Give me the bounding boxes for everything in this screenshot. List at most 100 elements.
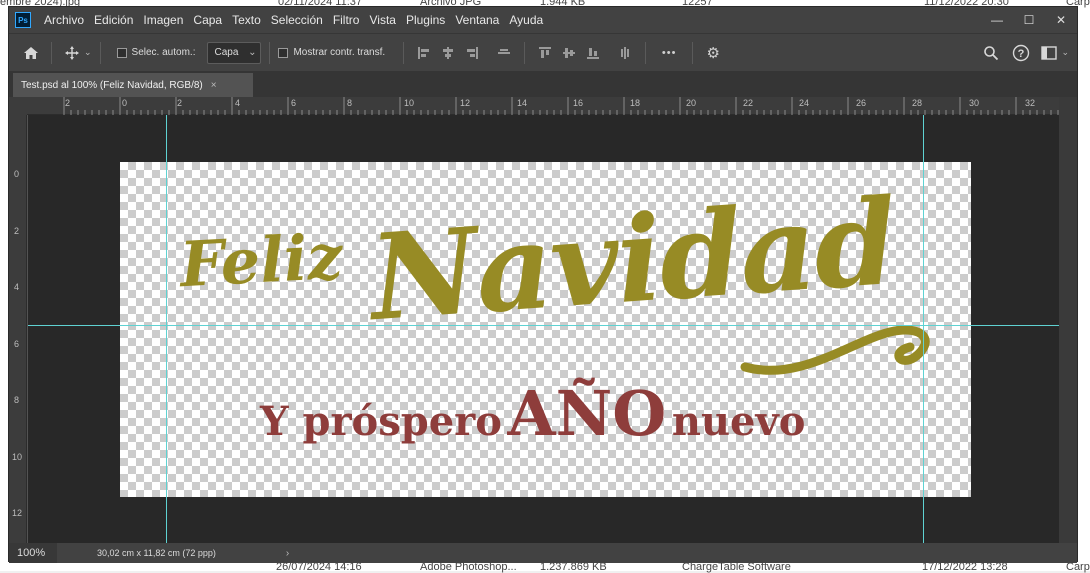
auto-select-checkbox[interactable]	[116, 47, 127, 58]
menu-texto[interactable]: Texto	[227, 7, 266, 33]
horizontal-ruler-ticks	[63, 97, 1059, 115]
show-transform-label: Mostrar contr. transf.	[293, 47, 386, 58]
align-right-icon[interactable]	[462, 43, 482, 63]
close-button[interactable]: ✕	[1045, 7, 1077, 33]
menu-seleccion[interactable]: Selección	[266, 7, 328, 33]
help-icon[interactable]: ?	[1011, 43, 1031, 63]
window-controls: — ☐ ✕	[981, 7, 1077, 33]
options-bar: ⌄ Selec. autom.: Capa ⌄ Mostrar contr. t…	[9, 33, 1077, 71]
separator	[269, 41, 271, 64]
chevron-down-icon[interactable]: ⌄	[84, 47, 92, 58]
align-middle-v-icon[interactable]	[559, 43, 579, 63]
vertical-ruler[interactable]: 0 2 4 6 8 10 12	[9, 115, 27, 543]
vertical-scrollbar[interactable]	[1059, 97, 1077, 543]
maximize-button[interactable]: ☐	[1013, 7, 1045, 33]
separator	[524, 41, 526, 64]
align-left-icon[interactable]	[414, 43, 434, 63]
ruler-h-label: 12	[460, 98, 471, 108]
separator	[692, 41, 694, 64]
zoom-level[interactable]: 100%	[9, 543, 57, 563]
document-size: 30,02 cm x 11,82 cm (72 ppp)	[97, 548, 216, 558]
ruler-h-label: 2	[177, 98, 183, 108]
align-bottom-icon[interactable]	[583, 43, 603, 63]
separator	[51, 41, 52, 64]
ruler-h-label: 10	[404, 98, 415, 108]
nuevo-text: nuevo	[671, 398, 806, 445]
ruler-h-label: 30	[969, 98, 980, 108]
close-tab-icon[interactable]: ×	[211, 80, 217, 91]
ruler-h-label: 6	[291, 98, 297, 108]
menu-imagen[interactable]: Imagen	[138, 7, 188, 33]
ruler-corner[interactable]	[9, 97, 27, 115]
ano-text: AÑO	[507, 377, 667, 450]
separator	[403, 41, 405, 64]
distribute-horizontal-icon[interactable]	[494, 43, 514, 63]
ruler-h-label: 22	[743, 98, 754, 108]
ruler-h-label: 32	[1025, 98, 1036, 108]
ruler-h-label: 0	[122, 98, 128, 108]
vertical-guide-right[interactable]	[923, 115, 924, 543]
pasteboard[interactable]: Feliz Navidad Y próspero AÑO nuevo	[28, 115, 1061, 543]
menu-vista[interactable]: Vista	[364, 7, 400, 33]
photoshop-window: Ps Archivo Edición Imagen Capa Texto Sel…	[8, 6, 1078, 563]
auto-select-dropdown[interactable]: Capa ⌄	[207, 41, 262, 64]
status-menu-arrow[interactable]: ›	[286, 548, 289, 559]
document-tab[interactable]: Test.psd al 100% (Feliz Navidad, RGB/8) …	[13, 73, 253, 97]
ruler-h-label: 2	[65, 98, 71, 108]
align-center-h-icon[interactable]	[438, 43, 458, 63]
ruler-h-label: 16	[573, 98, 584, 108]
ruler-v-label: 0	[14, 169, 20, 179]
swash-flourish	[740, 325, 930, 375]
show-transform-option[interactable]: Mostrar contr. transf.	[278, 47, 385, 58]
ruler-v-label: 8	[14, 395, 20, 405]
menu-ventana[interactable]: Ventana	[450, 7, 504, 33]
photoshop-logo-icon: Ps	[15, 12, 31, 28]
ruler-h-label: 20	[686, 98, 697, 108]
gear-icon[interactable]: ⚙	[703, 43, 723, 63]
workspace-icon[interactable]	[1039, 43, 1059, 63]
separator	[99, 41, 101, 64]
distribute-vertical-icon[interactable]	[615, 43, 635, 63]
document-tab-bar: Test.psd al 100% (Feliz Navidad, RGB/8) …	[9, 71, 1077, 97]
menu-ayuda[interactable]: Ayuda	[504, 7, 548, 33]
subtitle-line: Y próspero AÑO nuevo	[260, 377, 805, 450]
menu-edicion[interactable]: Edición	[89, 7, 138, 33]
chevron-down-icon[interactable]: ⌄	[1061, 47, 1069, 58]
more-options-icon[interactable]: •••	[656, 43, 682, 63]
chevron-down-icon: ⌄	[248, 47, 257, 58]
ruler-h-label: 14	[517, 98, 528, 108]
menu-bar: Ps Archivo Edición Imagen Capa Texto Sel…	[9, 7, 1077, 33]
ruler-v-label: 2	[14, 226, 20, 236]
auto-select-value: Capa	[214, 47, 239, 58]
ruler-v-label: 10	[12, 452, 23, 462]
menu-filtro[interactable]: Filtro	[328, 7, 365, 33]
ruler-h-label: 28	[912, 98, 923, 108]
menu-capa[interactable]: Capa	[188, 7, 227, 33]
svg-text:?: ?	[1018, 48, 1025, 60]
document-canvas[interactable]: Feliz Navidad Y próspero AÑO nuevo	[120, 162, 971, 497]
horizontal-guide[interactable]	[28, 325, 1061, 326]
ruler-h-label: 26	[856, 98, 867, 108]
status-bar: 100% 30,02 cm x 11,82 cm (72 ppp) ›	[9, 543, 1077, 563]
vertical-guide-left[interactable]	[166, 115, 167, 543]
auto-select-label: Selec. autom.:	[131, 47, 196, 58]
show-transform-checkbox[interactable]	[278, 47, 289, 58]
ruler-h-label: 18	[630, 98, 641, 108]
feliz-text: Feliz	[178, 219, 345, 302]
search-icon[interactable]	[981, 43, 1001, 63]
align-top-icon[interactable]	[535, 43, 555, 63]
y-prospero-text: Y próspero	[260, 398, 502, 445]
auto-select-option[interactable]: Selec. autom.:	[116, 47, 196, 58]
minimize-button[interactable]: —	[981, 7, 1013, 33]
menu-archivo[interactable]: Archivo	[39, 7, 89, 33]
ruler-h-label: 4	[235, 98, 241, 108]
move-tool-icon[interactable]	[62, 43, 82, 63]
ruler-h-label: 24	[799, 98, 810, 108]
separator	[645, 41, 647, 64]
ruler-v-label: 6	[14, 339, 20, 349]
home-icon[interactable]	[21, 43, 41, 63]
ruler-h-label: 8	[347, 98, 353, 108]
horizontal-ruler[interactable]: 2 0 2 4 6 8 10 12 14 16 18 20 22 24 26 2…	[27, 97, 1061, 115]
menu-plugins[interactable]: Plugins	[401, 7, 450, 33]
ruler-v-label: 12	[12, 508, 23, 518]
